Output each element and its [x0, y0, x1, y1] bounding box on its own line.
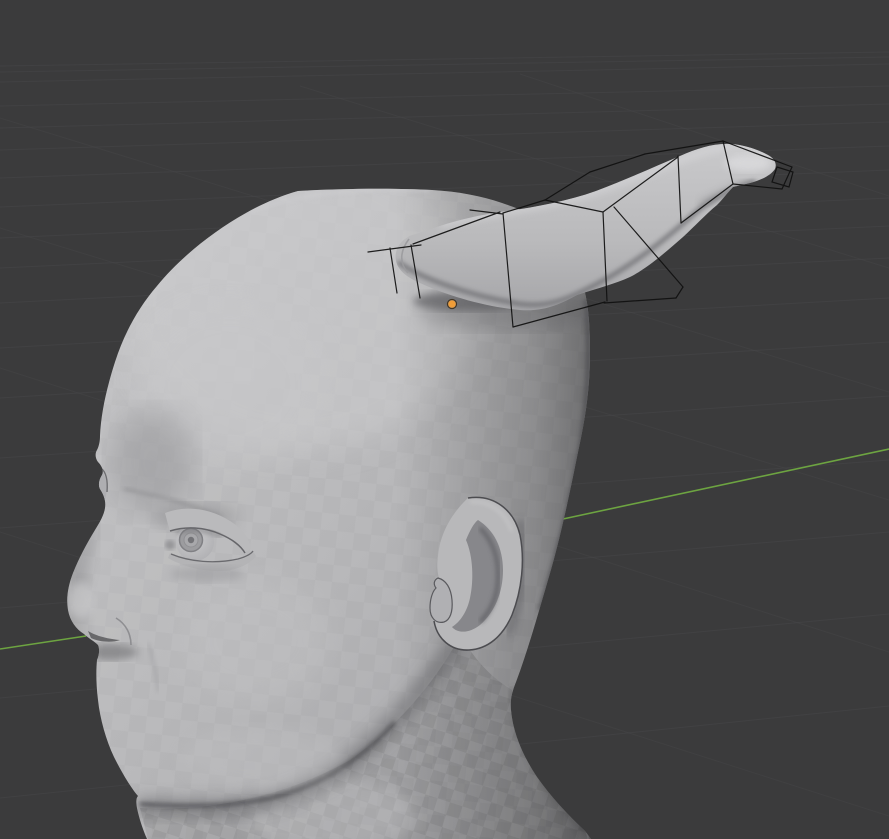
under-eye-shade — [171, 566, 243, 582]
cheek-highlight — [180, 578, 330, 702]
jaw-highlight — [182, 728, 342, 788]
nose-tip-highlight — [67, 582, 95, 618]
pupil — [188, 537, 194, 543]
object-origin-dot[interactable] — [448, 300, 456, 308]
temple-shade — [110, 410, 194, 514]
eye-inner-corner-shadow — [165, 540, 175, 550]
viewport-canvas[interactable] — [0, 0, 889, 839]
viewport-3d[interactable] — [0, 0, 889, 839]
